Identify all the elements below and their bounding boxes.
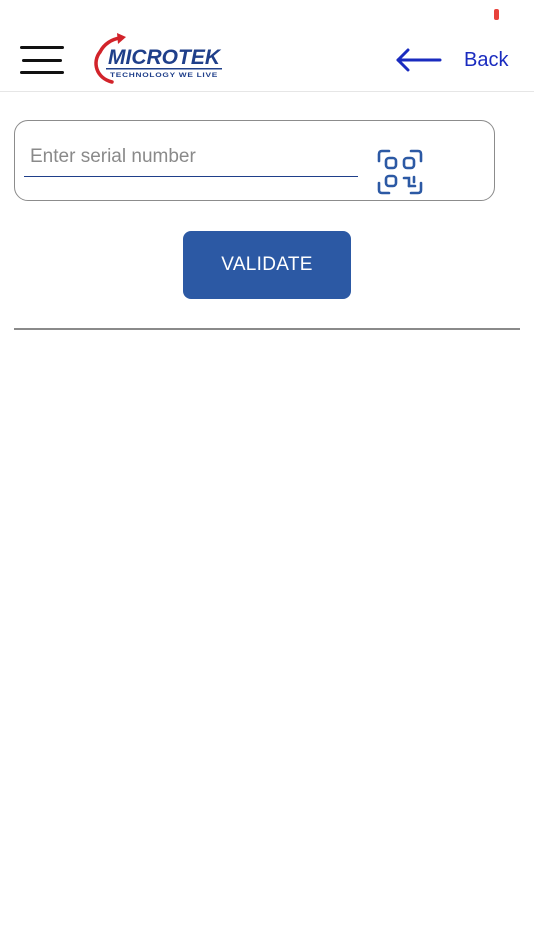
- hamburger-menu-icon[interactable]: [20, 46, 66, 74]
- logo-brand-text: MICROTEK: [108, 46, 222, 69]
- qr-code-scan-icon[interactable]: [377, 149, 423, 195]
- section-divider: [14, 328, 520, 330]
- back-label: Back: [464, 48, 509, 71]
- arrow-left-icon: [396, 48, 442, 72]
- back-button[interactable]: Back: [394, 46, 508, 74]
- serial-number-card: [14, 120, 495, 201]
- app-header: MICROTEK TECHNOLOGY WE LIVE Back: [0, 26, 534, 92]
- serial-validation-screen: MICROTEK TECHNOLOGY WE LIVE Back Enter s…: [0, 0, 534, 950]
- menu-line: [22, 58, 62, 62]
- serial-number-input[interactable]: [24, 137, 358, 177]
- validate-button[interactable]: VALIDATE: [183, 231, 351, 299]
- brand-logo: MICROTEK TECHNOLOGY WE LIVE: [90, 32, 226, 88]
- menu-line: [20, 46, 64, 49]
- status-indicator: [494, 9, 499, 20]
- menu-line: [20, 71, 64, 74]
- logo-tagline-text: TECHNOLOGY WE LIVE: [110, 72, 218, 79]
